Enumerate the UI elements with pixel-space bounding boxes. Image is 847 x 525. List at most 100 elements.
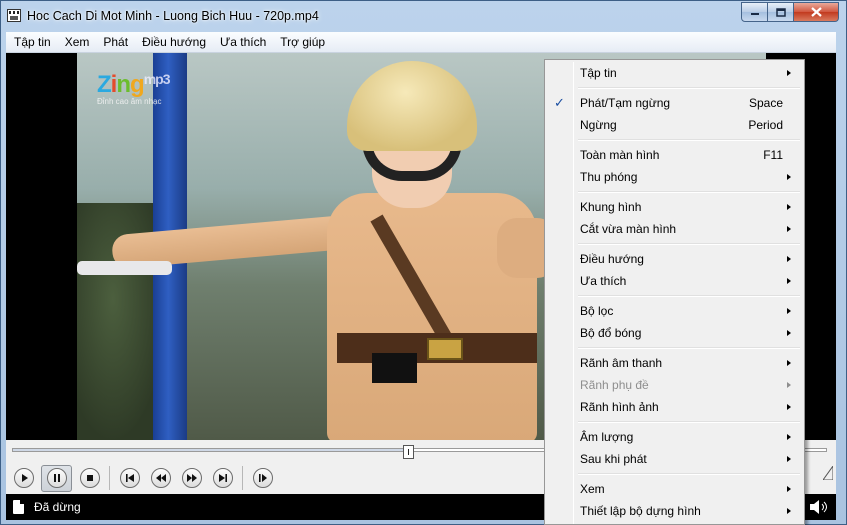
ctx-item-fullscreen[interactable]: Toàn màn hình F11 — [547, 144, 802, 166]
ctx-label: Rãnh hình ảnh — [580, 400, 659, 414]
menu-bar: Tập tin Xem Phát Điều hướng Ưa thích Trợ… — [6, 32, 836, 53]
ctx-item-pan-scan[interactable]: Cắt vừa màn hình — [547, 218, 802, 240]
submenu-arrow-icon — [787, 308, 791, 314]
menu-help[interactable]: Trợ giúp — [273, 32, 332, 52]
fast-forward-button[interactable] — [178, 465, 205, 492]
logo-wordmark: Zingmp3 — [97, 71, 171, 98]
submenu-arrow-icon — [787, 204, 791, 210]
logo-sub: mp3 — [143, 71, 171, 87]
submenu-arrow-icon — [787, 456, 791, 462]
ctx-label: Xem — [580, 482, 605, 496]
submenu-arrow-icon — [787, 404, 791, 410]
ctx-label: Tập tin — [580, 66, 617, 80]
ctx-label: Sau khi phát — [580, 452, 647, 466]
submenu-arrow-icon — [787, 70, 791, 76]
ctx-label: Phát/Tạm ngừng — [580, 96, 671, 110]
toolbar-separator — [242, 466, 243, 490]
ctx-label: Thiết lập bộ dựng hình — [580, 504, 701, 518]
ctx-label: Cắt vừa màn hình — [580, 222, 677, 236]
ctx-label: Điều hướng — [580, 252, 644, 266]
menu-navigate[interactable]: Điều hướng — [135, 32, 213, 52]
baton — [77, 261, 172, 275]
play-button[interactable] — [10, 465, 37, 492]
ctx-label: Thu phóng — [580, 170, 638, 184]
submenu-arrow-icon — [787, 434, 791, 440]
seek-fill — [13, 449, 412, 451]
menu-favorites[interactable]: Ưa thích — [213, 32, 273, 52]
maximize-button[interactable] — [768, 2, 794, 22]
menu-separator — [547, 344, 802, 352]
submenu-arrow-icon — [787, 486, 791, 492]
speaker-icon[interactable] — [809, 500, 831, 514]
rewind-icon — [155, 474, 166, 482]
helmet — [347, 61, 477, 151]
radio — [372, 353, 417, 383]
ctx-item-stop[interactable]: Ngừng Period — [547, 114, 802, 136]
submenu-arrow-icon — [787, 226, 791, 232]
ctx-item-view[interactable]: Xem — [547, 478, 802, 500]
submenu-arrow-icon — [787, 382, 791, 388]
minimize-button[interactable] — [741, 2, 768, 22]
submenu-arrow-icon — [787, 174, 791, 180]
window-title: Hoc Cach Di Mot Minh - Luong Bich Huu - … — [27, 9, 319, 23]
ctx-item-zoom[interactable]: Thu phóng — [547, 166, 802, 188]
ctx-item-video-track[interactable]: Rãnh hình ảnh — [547, 396, 802, 418]
app-icon[interactable] — [7, 9, 21, 22]
menu-view[interactable]: Xem — [58, 32, 97, 52]
ctx-item-after-playback[interactable]: Sau khi phát — [547, 448, 802, 470]
ctx-label: Khung hình — [580, 200, 642, 214]
belt-buckle — [427, 338, 463, 360]
menu-separator — [547, 292, 802, 300]
submenu-arrow-icon — [787, 330, 791, 336]
ctx-item-navigate[interactable]: Điều hướng — [547, 248, 802, 270]
frame-step-icon — [258, 474, 267, 482]
stop-icon — [86, 475, 93, 481]
menu-play[interactable]: Phát — [96, 32, 135, 52]
menu-separator — [547, 188, 802, 196]
submenu-arrow-icon — [787, 508, 791, 514]
seek-thumb[interactable] — [403, 445, 414, 459]
ctx-item-renderer-settings[interactable]: Thiết lập bộ dựng hình — [547, 500, 802, 522]
ctx-item-favorites[interactable]: Ưa thích — [547, 270, 802, 292]
maximize-icon — [775, 7, 786, 17]
ctx-item-shaders[interactable]: Bộ đổ bóng — [547, 322, 802, 344]
ctx-label: Bộ đổ bóng — [580, 326, 642, 340]
skip-back-icon — [125, 474, 134, 482]
submenu-arrow-icon — [787, 256, 791, 262]
title-bar[interactable]: Hoc Cach Di Mot Minh - Luong Bich Huu - … — [1, 1, 846, 31]
ctx-shortcut: Period — [748, 118, 783, 132]
checkmark-icon: ✓ — [554, 95, 565, 110]
ctx-item-volume[interactable]: Âm lượng — [547, 426, 802, 448]
previous-button[interactable] — [116, 465, 143, 492]
menu-separator — [547, 136, 802, 144]
frame-step-button[interactable] — [249, 465, 276, 492]
menu-file[interactable]: Tập tin — [6, 32, 58, 52]
ctx-item-filters[interactable]: Bộ lọc — [547, 300, 802, 322]
pause-icon — [53, 474, 60, 482]
ctx-item-frame[interactable]: Khung hình — [547, 196, 802, 218]
ctx-label: Âm lượng — [580, 430, 634, 444]
skip-forward-icon — [218, 474, 227, 482]
ctx-item-play-pause[interactable]: ✓ Phát/Tạm ngừng Space — [547, 92, 802, 114]
close-icon — [810, 7, 822, 17]
ctx-shortcut: F11 — [763, 148, 783, 162]
window-controls — [741, 2, 839, 22]
menu-separator — [547, 240, 802, 248]
fast-forward-icon — [186, 474, 197, 482]
play-icon — [21, 474, 28, 482]
file-icon — [13, 500, 24, 514]
stop-button[interactable] — [76, 465, 103, 492]
menu-separator — [547, 418, 802, 426]
rewind-button[interactable] — [147, 465, 174, 492]
ctx-item-file[interactable]: Tập tin — [547, 62, 802, 84]
next-button[interactable] — [209, 465, 236, 492]
volume-level-icon[interactable] — [823, 466, 833, 480]
zing-logo: Zingmp3 Đỉnh cao âm nhạc — [97, 71, 171, 106]
ctx-shortcut: Space — [748, 96, 783, 110]
ctx-item-audio-track[interactable]: Rãnh âm thanh — [547, 352, 802, 374]
pause-button[interactable] — [41, 464, 72, 492]
submenu-arrow-icon — [787, 360, 791, 366]
close-button[interactable] — [794, 2, 839, 22]
ctx-label: Bộ lọc — [580, 304, 614, 318]
toolbar-separator — [109, 466, 110, 490]
